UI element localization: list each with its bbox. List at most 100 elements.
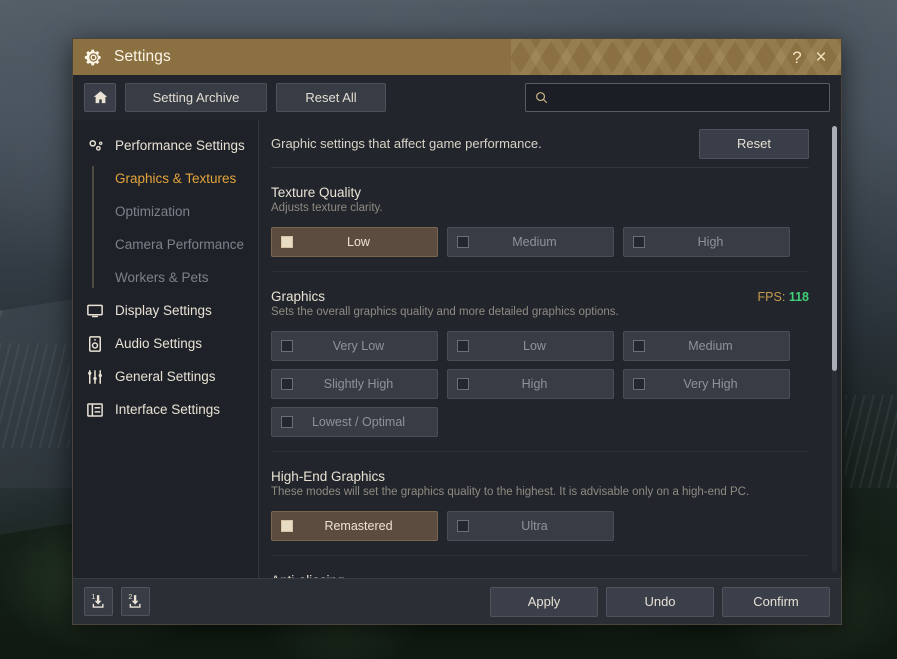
scrollbar-thumb[interactable] (832, 126, 837, 372)
close-icon[interactable]: × (809, 44, 833, 70)
section-header: Anti-aliasing (271, 573, 809, 578)
section-graphics: Graphics FPS: 118 Sets the overall graph… (271, 272, 809, 452)
option-label: High (697, 235, 724, 249)
reset-button[interactable]: Reset (699, 128, 809, 159)
toolbar: Setting Archive Reset All (73, 75, 841, 120)
sliders-icon (85, 368, 105, 386)
option-label: Medium (688, 339, 733, 353)
search-icon (536, 92, 548, 104)
home-icon (93, 91, 107, 104)
option-label: High (521, 377, 548, 391)
search-box[interactable] (525, 83, 830, 112)
apply-button[interactable]: Apply (490, 586, 598, 617)
option-label: Very High (683, 377, 738, 391)
section-texture-quality: Texture Quality Adjusts texture clarity.… (271, 168, 809, 272)
content-description: Graphic settings that affect game perfor… (271, 136, 542, 151)
sidebar-item-label: Interface Settings (115, 402, 221, 417)
setting-archive-button[interactable]: Setting Archive (125, 83, 267, 112)
sidebar-item-label: General Settings (115, 369, 216, 384)
reset-all-button[interactable]: Reset All (276, 83, 386, 112)
option-label: Ultra (521, 519, 548, 533)
background-rooftop (0, 342, 70, 449)
option-graphics-medium[interactable]: Medium (623, 331, 790, 361)
option-graphics-lowest-optimal[interactable]: Lowest / Optimal (271, 407, 438, 437)
monitor-icon (85, 302, 105, 320)
window-title: Settings (114, 48, 171, 65)
sidebar-subitem-label: Optimization (115, 204, 191, 219)
search-input[interactable] (555, 90, 821, 105)
sidebar-item-label: Performance Settings (115, 138, 245, 153)
sidebar-item-display-settings[interactable]: Display Settings (73, 294, 258, 327)
option-grid: Remastered Ultra (271, 511, 809, 541)
sidebar-item-audio-settings[interactable]: Audio Settings (73, 327, 258, 360)
option-highend-remastered[interactable]: Remastered (271, 511, 438, 541)
save-slot-1-button[interactable]: 1 (84, 587, 113, 616)
sidebar-item-label: Display Settings (115, 303, 212, 318)
content-area: Graphic settings that affect game perfor… (259, 120, 841, 578)
option-graphics-very-low[interactable]: Very Low (271, 331, 438, 361)
title-bar[interactable]: Settings ? × (73, 39, 841, 75)
fps-indicator: FPS: 118 (758, 290, 809, 304)
section-title: Texture Quality (271, 185, 362, 200)
sidebar-subitem-camera-performance[interactable]: Camera Performance (87, 228, 258, 261)
option-label: Low (347, 235, 370, 249)
section-header: Graphics FPS: 118 (271, 289, 809, 304)
option-graphics-very-high[interactable]: Very High (623, 369, 790, 399)
sidebar-item-interface-settings[interactable]: Interface Settings (73, 393, 258, 426)
option-label: Low (523, 339, 546, 353)
save-slot-2-button[interactable]: 2 (121, 587, 150, 616)
fps-value: 118 (788, 290, 809, 304)
sidebar-item-general-settings[interactable]: General Settings (73, 360, 258, 393)
section-header: High-End Graphics (271, 469, 809, 484)
option-graphics-low[interactable]: Low (447, 331, 614, 361)
confirm-button[interactable]: Confirm (722, 586, 830, 617)
option-graphics-high[interactable]: High (447, 369, 614, 399)
svg-text:2: 2 (128, 593, 132, 601)
performance-gears-icon (85, 137, 105, 155)
help-button[interactable]: ? (785, 44, 809, 70)
sidebar-item-label: Audio Settings (115, 336, 203, 351)
section-title: Anti-aliasing (271, 573, 345, 578)
gear-icon (84, 49, 101, 65)
content-header: Graphic settings that affect game perfor… (271, 120, 809, 168)
dialog-body: Performance Settings Graphics & Textures… (73, 120, 841, 578)
option-texture-high[interactable]: High (623, 227, 790, 257)
section-header: Texture Quality (271, 185, 809, 200)
option-texture-low[interactable]: Low (271, 227, 438, 257)
home-button[interactable] (84, 83, 116, 112)
option-label: Remastered (324, 519, 393, 533)
footer: 1 2 Apply Undo Confirm (73, 578, 841, 624)
background-rooftop (845, 395, 897, 488)
section-description: Sets the overall graphics quality and mo… (271, 306, 619, 318)
sidebar-subitem-label: Camera Performance (115, 237, 245, 252)
section-anti-aliasing: Anti-aliasing Reduces screen aliasing. (271, 556, 809, 578)
option-graphics-slightly-high[interactable]: Slightly High (271, 369, 438, 399)
section-description: These modes will set the graphics qualit… (271, 486, 750, 498)
option-grid: Low Medium High (271, 227, 809, 257)
section-title: High-End Graphics (271, 469, 386, 484)
section-title: Graphics (271, 289, 326, 304)
settings-scroll-content: Graphic settings that affect game perfor… (259, 120, 827, 578)
sidebar-subitem-graphics-textures[interactable]: Graphics & Textures (87, 162, 258, 195)
layout-list-icon (85, 401, 105, 419)
fps-label: FPS: (757, 290, 786, 304)
speaker-icon (85, 335, 105, 353)
section-description: Adjusts texture clarity. (271, 202, 383, 214)
sidebar-subitem-label: Workers & Pets (115, 270, 209, 285)
save-slot-icon: 1 (91, 593, 104, 608)
svg-text:1: 1 (91, 593, 95, 601)
option-highend-ultra[interactable]: Ultra (447, 511, 614, 541)
content-scrollbar[interactable] (832, 126, 837, 572)
section-high-end-graphics: High-End Graphics These modes will set t… (271, 452, 809, 556)
sidebar-item-performance-settings[interactable]: Performance Settings (73, 129, 258, 162)
option-texture-medium[interactable]: Medium (447, 227, 614, 257)
sidebar: Performance Settings Graphics & Textures… (73, 120, 259, 578)
option-label: Slightly High (323, 377, 394, 391)
sidebar-subitem-optimization[interactable]: Optimization (87, 195, 258, 228)
option-label: Medium (512, 235, 557, 249)
sidebar-subitem-workers-pets[interactable]: Workers & Pets (87, 261, 258, 294)
undo-button[interactable]: Undo (606, 586, 714, 617)
option-label: Lowest / Optimal (311, 415, 406, 429)
save-slot-icon: 2 (128, 593, 141, 608)
option-label: Very Low (332, 339, 385, 353)
